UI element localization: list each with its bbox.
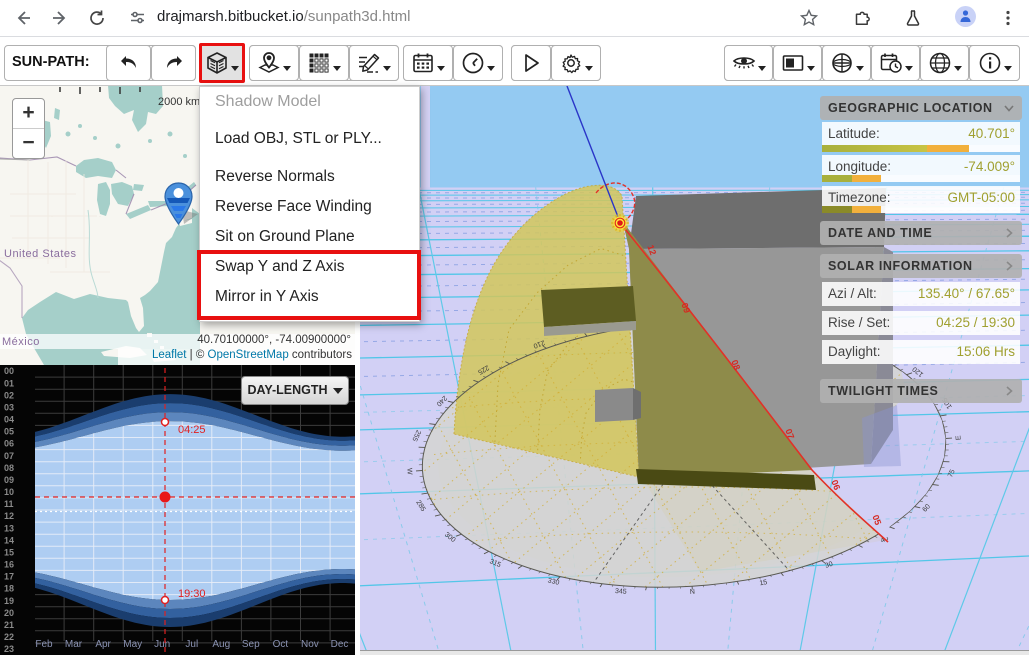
svg-text:16: 16 (4, 560, 14, 570)
svg-text:10: 10 (4, 487, 14, 497)
svg-text:15: 15 (4, 547, 14, 557)
svg-text:19: 19 (4, 596, 14, 606)
svg-text:08: 08 (4, 463, 14, 473)
svg-text:05: 05 (4, 427, 14, 437)
svg-text:Jul: Jul (185, 639, 198, 650)
svg-text:19:30: 19:30 (178, 588, 206, 600)
svg-text:Jun: Jun (154, 639, 170, 650)
svg-text:02: 02 (4, 390, 14, 400)
svg-text:07: 07 (4, 451, 14, 461)
svg-text:18: 18 (4, 584, 14, 594)
svg-text:09: 09 (4, 475, 14, 485)
svg-text:E: E (955, 435, 962, 440)
svg-text:Aug: Aug (212, 639, 230, 650)
svg-text:N: N (690, 589, 696, 596)
svg-text:Apr: Apr (95, 639, 111, 650)
svg-text:12: 12 (4, 511, 14, 521)
svg-text:Dec: Dec (331, 639, 349, 650)
svg-text:20: 20 (4, 608, 14, 618)
svg-text:06: 06 (4, 439, 14, 449)
svg-text:04: 04 (4, 415, 14, 425)
svg-text:Feb: Feb (35, 639, 53, 650)
svg-text:23: 23 (4, 644, 14, 654)
svg-text:May: May (123, 639, 142, 650)
svg-text:00: 00 (4, 366, 14, 376)
svg-text:345: 345 (615, 588, 627, 596)
svg-text:Mar: Mar (65, 639, 83, 650)
svg-text:22: 22 (4, 632, 14, 642)
svg-text:Sep: Sep (242, 639, 260, 650)
svg-text:Nov: Nov (301, 639, 319, 650)
svg-text:14: 14 (4, 535, 14, 545)
svg-text:15: 15 (759, 579, 768, 587)
svg-text:03: 03 (4, 403, 14, 413)
svg-text:13: 13 (4, 523, 14, 533)
svg-text:21: 21 (4, 620, 14, 630)
svg-text:Oct: Oct (273, 639, 289, 650)
svg-text:11: 11 (4, 499, 14, 509)
svg-text:01: 01 (4, 378, 14, 388)
svg-text:W: W (405, 468, 412, 475)
svg-text:04:25: 04:25 (178, 424, 206, 436)
svg-text:17: 17 (4, 572, 14, 582)
